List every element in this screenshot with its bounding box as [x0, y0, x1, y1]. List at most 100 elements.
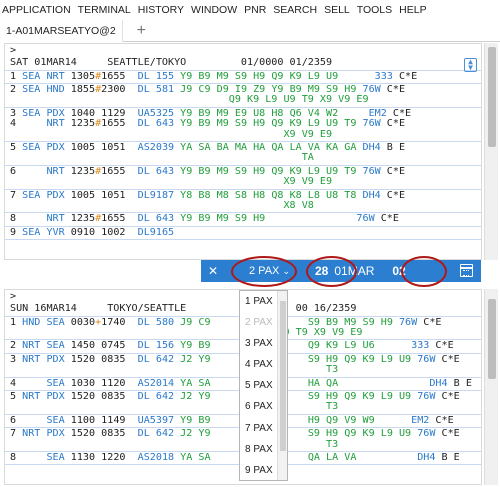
row-text: NRT SEA [22, 340, 65, 352]
row-text: C*E [429, 340, 454, 352]
row-text: 76W [417, 390, 436, 402]
row-text: QA LA VA [307, 451, 357, 463]
row-text: 76W [417, 353, 436, 365]
tab-terminal-session[interactable]: 1-A01MARSEATYO@2 [0, 19, 123, 42]
row-text: Q9 K9 L9 U9 T9 X9 V9 E9 [10, 94, 369, 106]
row-text: 1655 [101, 70, 138, 82]
dropdown-scrollbar-thumb[interactable] [280, 301, 286, 451]
row-text: Y9 B9 M9 E9 U8 H8 Q6 V4 W2 [174, 107, 369, 119]
row-text: 2 [10, 340, 23, 352]
row-text: C*E [380, 83, 406, 95]
row-text: NRT PDX [22, 353, 65, 365]
menu-search[interactable]: SEARCH [273, 4, 317, 16]
row-text: DH4 [417, 451, 436, 463]
row-text: 333 [411, 340, 430, 352]
row-text: 1855 [64, 83, 96, 95]
availability-rows: 1 SEA NRT 1305#1655 DL 155 Y9 B9 M9 S9 H… [5, 71, 481, 241]
row-text: 76W [356, 213, 375, 225]
add-tab-icon[interactable]: + [137, 22, 146, 39]
row-text: SEA [46, 377, 65, 389]
row-text: C*E [380, 189, 406, 201]
menu-help[interactable]: HELP [399, 4, 426, 16]
row-text: J9 C9 D9 I9 Z9 Y9 B9 M9 S9 H9 [174, 83, 363, 95]
row-text: SEA NRT [22, 70, 65, 82]
row-text: T3 [10, 364, 339, 376]
availability-row[interactable]: 8 NRT 1235#1655 DL 643 Y9 B9 M9 S9 H9 76… [5, 213, 481, 227]
menu-sell[interactable]: SELL [324, 4, 350, 16]
availability-row[interactable]: 5 SEA PDX 1005 1051 AS2039 YA SA BA MA H… [5, 142, 481, 166]
availability-row[interactable]: 3 SEA PDX 1040 1129 UA5325 Y9 B9 M9 E9 U… [5, 108, 481, 142]
row-text: UA5397 [137, 414, 175, 426]
availability-row[interactable]: 9 SEA YVR 0910 1002 DL9165 [5, 226, 481, 241]
row-text: 8 [10, 213, 47, 225]
row-text: NRT [46, 118, 65, 130]
row-text: 1 [10, 316, 23, 328]
row-text: 76W [362, 83, 381, 95]
row-text: 1235 [64, 118, 96, 130]
row-text: 76W [398, 316, 418, 328]
row-text: 1655 [101, 213, 138, 225]
row-text: EM2 [368, 107, 387, 119]
row-text: T3 [10, 438, 339, 450]
menu-application[interactable]: APPLICATION [2, 4, 71, 16]
calendar-icon[interactable] [460, 264, 473, 277]
row-text: DL 643 [137, 118, 175, 130]
command-prompt[interactable]: > [5, 44, 481, 57]
row-text: 3 [10, 353, 23, 365]
row-text: DL 642 [137, 390, 175, 402]
close-icon[interactable]: ✕ [207, 264, 219, 278]
row-text: 76W [362, 165, 381, 177]
row-text: 1520 0835 [64, 390, 138, 402]
header-time-range: 00 16/2359 [295, 303, 357, 315]
row-text: SEA HND [22, 83, 65, 95]
row-text: 333 [374, 70, 393, 82]
row-text: B E [435, 451, 460, 463]
scrollbar-thumb[interactable] [488, 47, 496, 147]
availability-row[interactable]: 1 SEA NRT 1305#1655 DL 155 Y9 B9 M9 S9 H… [5, 71, 481, 84]
scrollbar-outbound[interactable] [484, 43, 498, 260]
row-text [356, 452, 417, 463]
row-text [338, 378, 429, 389]
row-text: B E [447, 377, 472, 389]
row-text: 1520 0835 [64, 353, 138, 365]
menu-pnr[interactable]: PNR [244, 4, 266, 16]
header-text: SUN 16MAR14 TOKYO/SEATTLE [10, 303, 187, 315]
row-text: YA SA BA MA HA QA LA VA KA GA [174, 141, 363, 153]
row-text: B E [380, 141, 406, 153]
menu-window[interactable]: WINDOW [191, 4, 237, 16]
row-text: 1520 0835 [64, 428, 138, 440]
row-line: X9 V9 E9 [10, 176, 481, 187]
availability-row[interactable]: 6 NRT 1235#1655 DL 643 Y9 B9 M9 S9 H9 Q9… [5, 166, 481, 190]
row-text: DL 643 [137, 213, 175, 225]
row-text: AS2039 [137, 141, 175, 153]
scrollbar-thumb[interactable] [488, 299, 496, 379]
row-text: DH4 [362, 189, 381, 201]
scrollbar-return[interactable] [484, 289, 498, 485]
row-text: 8 [10, 451, 47, 463]
row-text: 0910 1002 [64, 226, 138, 238]
menu-terminal[interactable]: TERMINAL [78, 4, 131, 16]
row-text: 1040 1129 [64, 107, 138, 119]
availability-row[interactable]: 7 SEA PDX 1005 1051 DL9187 Y8 B8 M8 S8 H… [5, 190, 481, 214]
dropdown-scrollbar[interactable] [277, 291, 287, 480]
row-line: X8 V8 [10, 199, 481, 211]
row-text: DL 580 [137, 316, 175, 328]
tab-bar: 1-A01MARSEATYO@2 + [0, 19, 500, 42]
availability-row[interactable]: 2 SEA HND 1855#2300 DL 581 J9 C9 D9 I9 Z… [5, 84, 481, 108]
row-text: Y9 B9 M9 S9 H9 Q9 K9 L9 U9 T9 [174, 118, 363, 130]
row-text: 9 [10, 226, 23, 238]
menu-history[interactable]: HISTORY [138, 4, 184, 16]
menu-tools[interactable]: TOOLS [357, 4, 392, 16]
row-text: 1305 [64, 70, 96, 82]
row-text: DL9187 [137, 189, 175, 201]
row-text: 7 [10, 428, 23, 440]
row-text: SEA PDX [22, 141, 65, 153]
row-text: S9 H9 Q9 K9 L9 U9 [307, 390, 418, 402]
row-text: J2 Y9 [174, 390, 211, 402]
scroll-updown-icon[interactable]: ▲ ▼ [464, 58, 477, 72]
row-text: X8 V8 [10, 199, 314, 211]
row-text: J2 Y9 [174, 353, 211, 365]
annotation-circle-number [401, 256, 447, 287]
row-text: NRT PDX [22, 428, 65, 440]
row-text: 1100 1149 [64, 414, 138, 426]
